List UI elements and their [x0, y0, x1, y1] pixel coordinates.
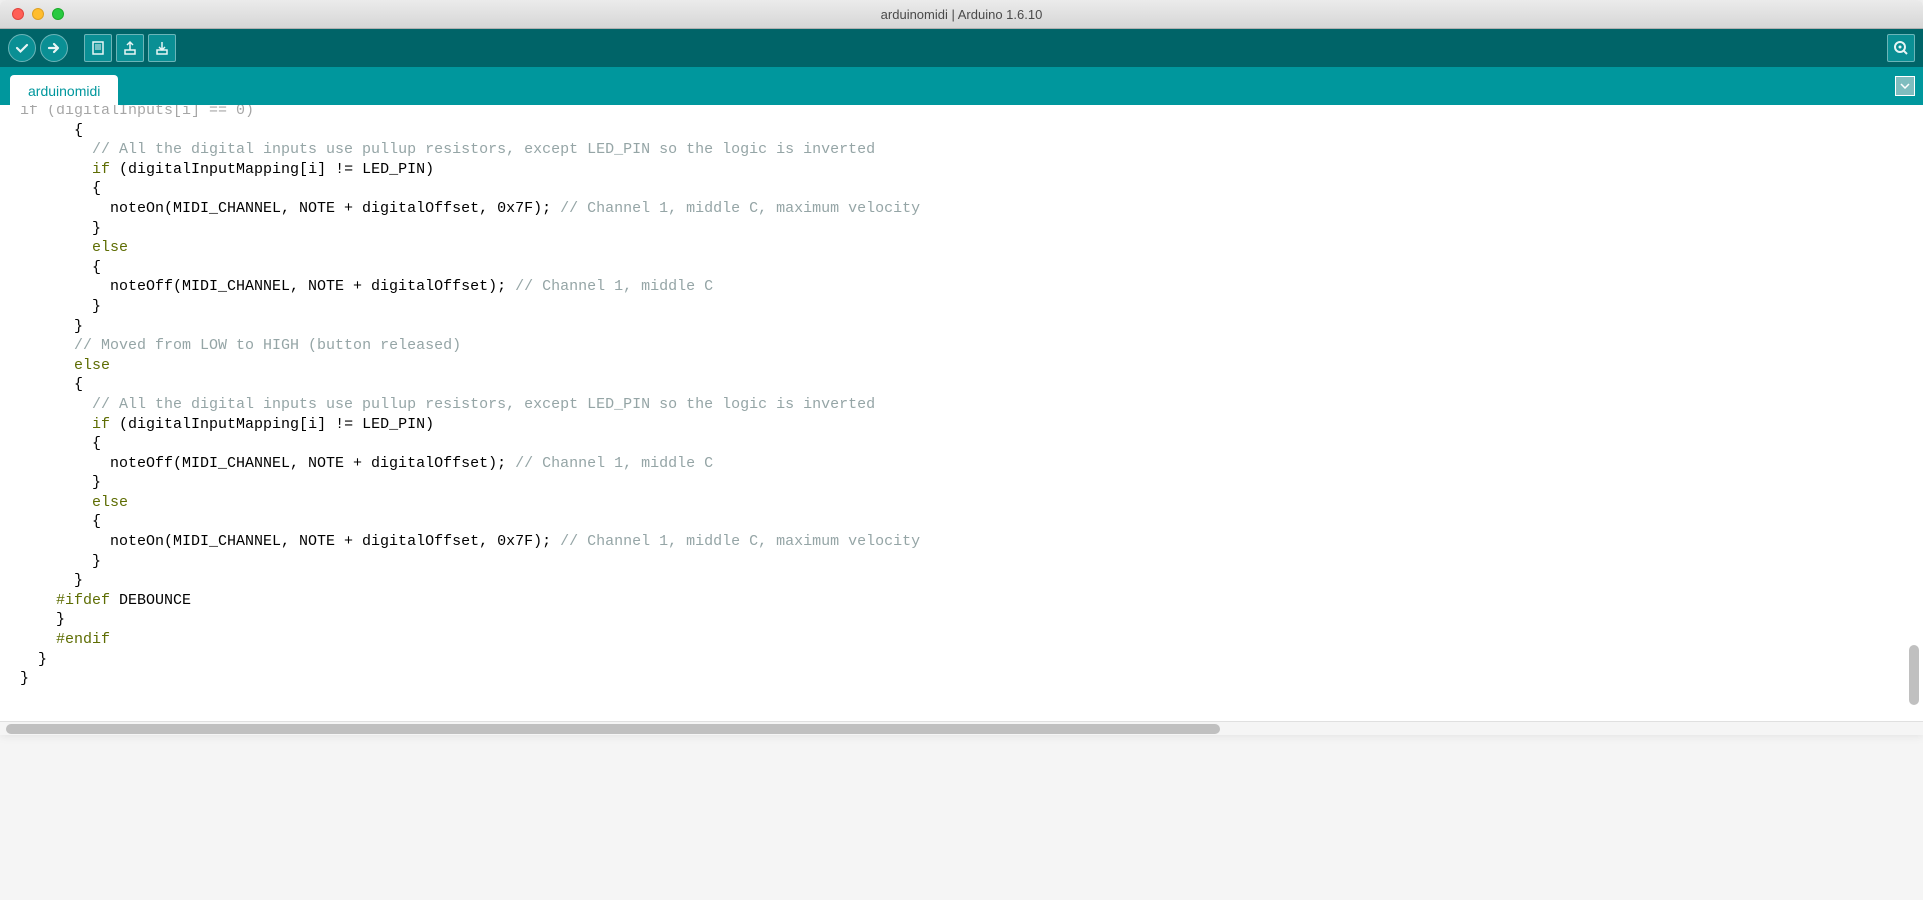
code-line-partial: if (digitalInputs[i] == 0) — [20, 105, 254, 119]
code-editor[interactable]: if (digitalInputs[i] == 0) { // All the … — [0, 105, 1923, 721]
code-line: (digitalInputMapping[i] != LED_PIN) — [110, 161, 434, 178]
close-icon[interactable] — [12, 8, 24, 20]
title-bar: arduinomidi | Arduino 1.6.10 — [0, 0, 1923, 29]
code-comment: // Channel 1, middle C, maximum velocity — [560, 200, 920, 217]
check-icon — [14, 40, 30, 56]
tab-menu-button[interactable] — [1895, 76, 1915, 96]
file-icon — [90, 40, 106, 56]
code-line: } — [20, 474, 101, 491]
code-preprocessor: #ifdef — [56, 592, 110, 609]
code-line: { — [20, 376, 83, 393]
code-keyword: if — [92, 161, 110, 178]
code-line: } — [20, 318, 83, 335]
code-line: } — [20, 220, 101, 237]
code-line: { — [20, 122, 83, 139]
code-keyword: if — [92, 416, 110, 433]
code-comment: // Channel 1, middle C — [515, 455, 713, 472]
code-line: noteOn(MIDI_CHANNEL, NOTE + digitalOffse… — [20, 533, 560, 550]
arrow-up-icon — [122, 40, 138, 56]
window-controls — [0, 8, 64, 20]
verify-button[interactable] — [8, 34, 36, 62]
magnifier-icon — [1892, 39, 1910, 57]
code-line — [20, 239, 92, 256]
code-line — [20, 631, 56, 648]
code-line: } — [20, 670, 29, 687]
code-line — [20, 141, 92, 158]
chevron-down-icon — [1900, 83, 1910, 89]
code-line: { — [20, 435, 101, 452]
code-line: (digitalInputMapping[i] != LED_PIN) — [110, 416, 434, 433]
vertical-scroll-thumb[interactable] — [1909, 645, 1919, 705]
save-button[interactable] — [148, 34, 176, 62]
horizontal-scroll-thumb[interactable] — [6, 724, 1220, 734]
arduino-ide-window: arduinomidi | Arduino 1.6.10 arduinomidi… — [0, 0, 1923, 735]
code-line: } — [20, 553, 101, 570]
upload-button[interactable] — [40, 34, 68, 62]
code-line: noteOff(MIDI_CHANNEL, NOTE + digitalOffs… — [20, 455, 515, 472]
toolbar — [0, 29, 1923, 67]
code-comment: // Moved from LOW to HIGH (button releas… — [74, 337, 461, 354]
code-comment: // Channel 1, middle C — [515, 278, 713, 295]
code-line: noteOn(MIDI_CHANNEL, NOTE + digitalOffse… — [20, 200, 560, 217]
code-line — [20, 337, 74, 354]
tab-sketch[interactable]: arduinomidi — [10, 75, 118, 105]
code-line: { — [20, 513, 101, 530]
code-line: } — [20, 572, 83, 589]
code-keyword: else — [92, 494, 128, 511]
code-line: } — [20, 611, 65, 628]
code-line: } — [20, 651, 47, 668]
code-preprocessor: #endif — [56, 631, 110, 648]
code-line — [20, 416, 92, 433]
minimize-icon[interactable] — [32, 8, 44, 20]
code-line: } — [20, 298, 101, 315]
arrow-right-icon — [46, 40, 62, 56]
code-line — [20, 357, 74, 374]
vertical-scrollbar[interactable] — [1907, 245, 1921, 721]
arrow-down-icon — [154, 40, 170, 56]
code-line — [20, 396, 92, 413]
open-button[interactable] — [116, 34, 144, 62]
code-line: DEBOUNCE — [110, 592, 191, 609]
code-line — [20, 494, 92, 511]
tab-bar: arduinomidi — [0, 67, 1923, 105]
code-line: noteOff(MIDI_CHANNEL, NOTE + digitalOffs… — [20, 278, 515, 295]
serial-monitor-button[interactable] — [1887, 34, 1915, 62]
horizontal-scrollbar[interactable] — [0, 721, 1923, 735]
window-title: arduinomidi | Arduino 1.6.10 — [881, 7, 1043, 22]
code-comment: // Channel 1, middle C, maximum velocity — [560, 533, 920, 550]
code-comment: // All the digital inputs use pullup res… — [92, 396, 875, 413]
code-keyword: else — [92, 239, 128, 256]
code-line: { — [20, 180, 101, 197]
new-button[interactable] — [84, 34, 112, 62]
code-content[interactable]: if (digitalInputs[i] == 0) { // All the … — [0, 105, 1923, 689]
code-line: { — [20, 259, 101, 276]
code-line — [20, 592, 56, 609]
code-comment: // All the digital inputs use pullup res… — [92, 141, 875, 158]
code-keyword: else — [74, 357, 110, 374]
code-line — [20, 161, 92, 178]
maximize-icon[interactable] — [52, 8, 64, 20]
